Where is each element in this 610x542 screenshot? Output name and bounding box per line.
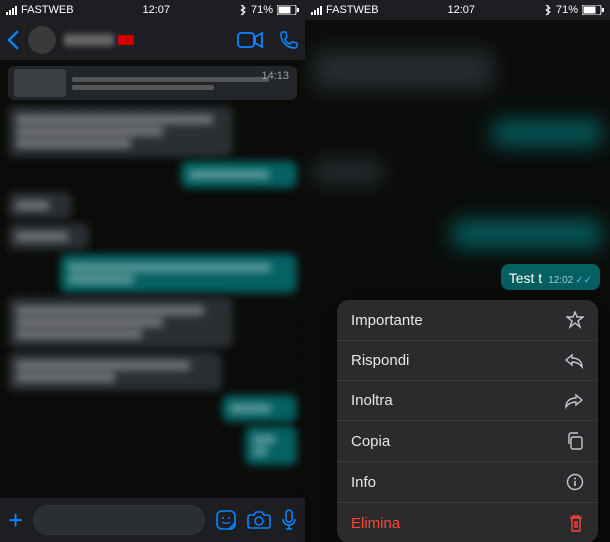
videocall-button[interactable] <box>237 31 263 49</box>
chat-header <box>0 20 305 60</box>
call-button[interactable] <box>279 30 299 50</box>
message-time: 12:02 <box>548 275 573 286</box>
forward-icon <box>564 393 584 409</box>
bluetooth-icon <box>239 4 247 16</box>
status-bar: FASTWEB 12:07 71% <box>305 0 610 20</box>
chat-body[interactable]: 14:13 <box>0 60 305 498</box>
copy-icon <box>566 432 584 450</box>
input-bar: + <box>0 498 305 542</box>
mic-button[interactable] <box>281 509 297 531</box>
right-screen: FASTWEB 12:07 71% Test t 12:02 ✓✓ Import… <box>305 0 610 542</box>
media-preview[interactable]: 14:13 <box>8 66 297 100</box>
chat-title[interactable] <box>64 34 229 46</box>
menu-item-rispondi[interactable]: Rispondi <box>337 341 598 381</box>
status-time: 12:07 <box>448 4 476 16</box>
camera-button[interactable] <box>247 510 271 530</box>
signal-icon <box>6 6 17 15</box>
reply-icon <box>564 353 584 369</box>
bluetooth-icon <box>544 4 552 16</box>
battery-icon <box>582 5 604 15</box>
menu-item-label: Info <box>351 474 376 491</box>
battery-pct: 71% <box>251 4 273 16</box>
message-outgoing[interactable] <box>222 395 297 422</box>
star-icon <box>566 311 584 329</box>
context-menu: Importante Rispondi Inoltra Copia Info <box>337 300 598 542</box>
menu-item-label: Copia <box>351 433 390 450</box>
back-button[interactable] <box>6 30 20 50</box>
left-screen: FASTWEB 12:07 71% <box>0 0 305 542</box>
menu-item-label: Elimina <box>351 515 400 532</box>
message-outgoing[interactable] <box>60 254 297 293</box>
menu-item-label: Importante <box>351 312 423 329</box>
menu-item-importante[interactable]: Importante <box>337 300 598 341</box>
message-input[interactable] <box>33 505 205 535</box>
media-time: 14:13 <box>261 70 289 82</box>
battery-icon <box>277 5 299 15</box>
status-time: 12:07 <box>143 4 171 16</box>
selected-message[interactable]: Test t 12:02 ✓✓ <box>501 264 600 290</box>
carrier-label: FASTWEB <box>326 4 379 16</box>
menu-item-label: Rispondi <box>351 352 409 369</box>
message-incoming[interactable] <box>8 192 72 219</box>
avatar[interactable] <box>28 26 56 54</box>
message-outgoing[interactable] <box>245 426 297 465</box>
menu-item-info[interactable]: Info <box>337 462 598 503</box>
signal-icon <box>311 6 322 15</box>
menu-item-inoltra[interactable]: Inoltra <box>337 381 598 421</box>
battery-pct: 71% <box>556 4 578 16</box>
flag-icon <box>118 35 134 45</box>
message-incoming[interactable] <box>8 297 233 348</box>
message-incoming[interactable] <box>8 352 222 391</box>
message-incoming[interactable] <box>8 106 233 157</box>
menu-item-copia[interactable]: Copia <box>337 421 598 462</box>
trash-icon <box>568 514 584 532</box>
info-icon <box>566 473 584 491</box>
read-checks-icon: ✓✓ <box>575 275 592 286</box>
sticker-button[interactable] <box>215 509 237 531</box>
message-text: Test t <box>509 270 542 286</box>
message-incoming[interactable] <box>8 223 89 250</box>
carrier-label: FASTWEB <box>21 4 74 16</box>
attach-button[interactable]: + <box>8 505 23 536</box>
menu-item-elimina[interactable]: Elimina <box>337 503 598 542</box>
menu-item-label: Inoltra <box>351 392 393 409</box>
status-bar: FASTWEB 12:07 71% <box>0 0 305 20</box>
message-outgoing[interactable] <box>181 161 297 188</box>
